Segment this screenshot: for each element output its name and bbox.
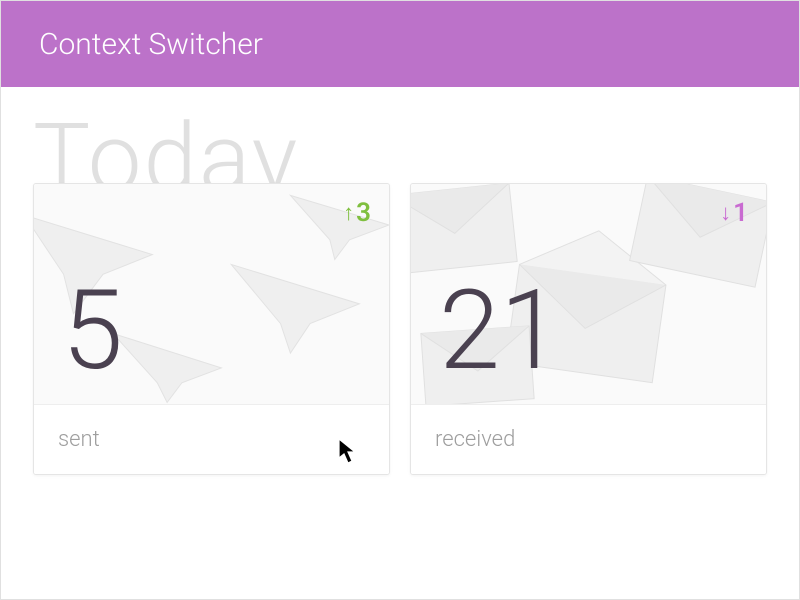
received-label: received	[411, 404, 766, 474]
sent-count: 5	[62, 276, 123, 386]
received-delta-badge: ↓1	[720, 198, 748, 228]
content-area: Today ↑3 5 sent	[1, 87, 799, 475]
card-received[interactable]: ↓1 21 received	[410, 183, 767, 475]
received-delta-value: 1	[733, 198, 748, 228]
sent-delta-value: 3	[356, 198, 371, 228]
arrow-down-icon: ↓	[720, 200, 731, 226]
sent-delta-badge: ↑3	[343, 198, 371, 228]
card-sent-body: ↑3 5	[34, 184, 389, 404]
app-title: Context Switcher	[39, 27, 263, 62]
sent-label: sent	[34, 404, 389, 474]
arrow-up-icon: ↑	[343, 200, 354, 226]
received-count: 21	[439, 276, 561, 386]
app-header: Context Switcher	[1, 1, 799, 87]
card-received-body: ↓1 21	[411, 184, 766, 404]
card-sent[interactable]: ↑3 5 sent	[33, 183, 390, 475]
card-row: ↑3 5 sent ↓1 21	[33, 183, 767, 475]
